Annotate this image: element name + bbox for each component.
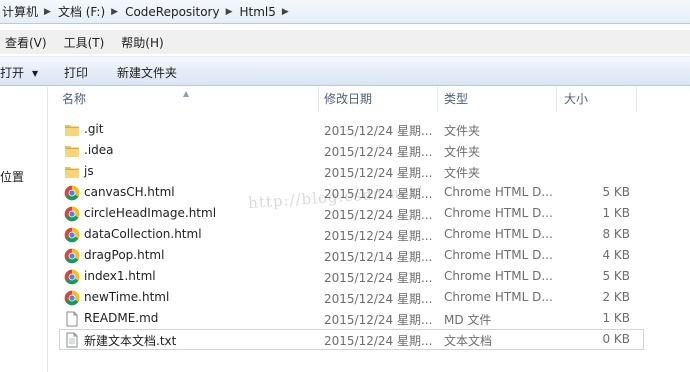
file-size: 8 KB xyxy=(602,227,630,241)
breadcrumb-label: 计算机 xyxy=(2,5,39,19)
breadcrumb-chevron-icon[interactable]: ▶ xyxy=(282,7,289,17)
file-type: MD 文件 xyxy=(444,313,492,327)
file-date: 2015/12/24 星期... xyxy=(324,292,433,306)
breadcrumb-chevron-icon[interactable]: ▶ xyxy=(44,7,51,17)
chrome-icon xyxy=(64,227,80,243)
address-bar[interactable]: 计算机 ▶ 文档 (F:) ▶ CodeRepository ▶ Html5 ▶ xyxy=(0,0,690,24)
file-name: README.md xyxy=(84,311,159,325)
menu-view[interactable]: 查看(V) xyxy=(5,34,47,51)
text-file-icon xyxy=(64,332,80,348)
file-type: Chrome HTML D... xyxy=(444,185,553,199)
file-type: Chrome HTML D... xyxy=(444,248,553,262)
folder-icon xyxy=(64,122,80,138)
file-row[interactable]: index1.html 2015/12/24 星期... Chrome HTML D… xyxy=(49,266,690,287)
open-label: 打开 xyxy=(0,66,25,80)
file-row[interactable]: dragPop.html 2015/12/14 星期... Chrome HTML … xyxy=(49,245,690,266)
file-date: 2015/12/24 星期... xyxy=(324,229,433,243)
file-size: 4 KB xyxy=(602,248,630,262)
breadcrumb-chevron-icon[interactable]: ▶ xyxy=(226,7,233,17)
chrome-icon xyxy=(64,185,80,201)
file-list: .git 2015/12/24 星期... 文件夹 .idea 2015/12/24 星… xyxy=(49,119,690,350)
breadcrumb-label: Html5 xyxy=(239,4,276,19)
file-name: canvasCH.html xyxy=(84,185,175,199)
file-row[interactable]: js 2015/12/24 星期... 文件夹 xyxy=(49,161,690,182)
column-header-date[interactable]: 修改日期 xyxy=(319,87,438,112)
dropdown-arrow-icon: ▼ xyxy=(32,69,39,78)
file-row[interactable]: 新建文本文档.txt 2015/12/24 星期... 文本文档 0 KB xyxy=(59,329,644,350)
file-name: 新建文本文档.txt xyxy=(84,334,177,348)
column-headers: ▲ 名称 修改日期 类型 大小 xyxy=(49,87,690,112)
chrome-icon xyxy=(64,248,80,264)
file-date: 2015/12/24 星期... xyxy=(324,145,433,159)
file-row[interactable]: circleHeadImage.html 2015/12/24 星期... Chro… xyxy=(49,203,690,224)
file-date: 2015/12/24 星期... xyxy=(324,271,433,285)
file-size: 0 KB xyxy=(602,332,630,346)
breadcrumb-drive[interactable]: 文档 (F:) xyxy=(58,1,105,23)
file-date: 2015/12/14 星期... xyxy=(324,250,433,264)
chrome-icon xyxy=(64,269,80,285)
file-row[interactable]: dataCollection.html 2015/12/24 星期... Chrom… xyxy=(49,224,690,245)
breadcrumb-coderepository[interactable]: CodeRepository xyxy=(125,1,220,23)
breadcrumb-label: CodeRepository xyxy=(125,4,220,19)
file-date: 2015/12/24 星期... xyxy=(324,124,433,138)
document-icon xyxy=(64,311,80,327)
file-name: dragPop.html xyxy=(84,248,165,262)
breadcrumb-html5[interactable]: Html5 xyxy=(240,1,276,23)
file-name: newTime.html xyxy=(84,290,170,304)
file-row[interactable]: .git 2015/12/24 星期... 文件夹 xyxy=(49,119,690,140)
breadcrumb-label: 文档 (F:) xyxy=(57,5,106,19)
file-name: .git xyxy=(84,122,104,136)
file-name: dataCollection.html xyxy=(84,227,202,241)
file-name: js xyxy=(84,164,94,178)
file-name: index1.html xyxy=(84,269,156,283)
new-folder-button[interactable]: 新建文件夹 xyxy=(117,64,177,81)
chrome-icon xyxy=(64,206,80,222)
print-button[interactable]: 打印 xyxy=(64,64,88,81)
file-row[interactable]: README.md 2015/12/24 星期... MD 文件 1 KB xyxy=(49,308,690,329)
nav-item-location[interactable]: 位置 xyxy=(0,168,24,185)
column-name-label: 名称 xyxy=(62,92,87,106)
file-type: Chrome HTML D... xyxy=(444,227,553,241)
folder-icon xyxy=(64,164,80,180)
file-date: 2015/12/24 星期... xyxy=(324,208,433,222)
menu-tools[interactable]: 工具(T) xyxy=(64,34,105,51)
sort-ascending-icon: ▲ xyxy=(183,89,190,98)
file-name: circleHeadImage.html xyxy=(84,206,217,220)
file-date: 2015/12/24 星期... xyxy=(324,166,433,180)
file-row[interactable]: newTime.html 2015/12/24 星期... Chrome HTML … xyxy=(49,287,690,308)
file-type: 文件夹 xyxy=(444,166,481,180)
file-size: 1 KB xyxy=(602,206,630,220)
file-type: Chrome HTML D... xyxy=(444,269,553,283)
file-type: 文本文档 xyxy=(444,334,493,348)
open-button[interactable]: 打开 ▼ xyxy=(0,64,38,81)
breadcrumb-chevron-icon[interactable]: ▶ xyxy=(111,7,118,17)
menu-help[interactable]: 帮助(H) xyxy=(121,34,163,51)
file-size: 5 KB xyxy=(602,269,630,283)
file-name: .idea xyxy=(84,143,114,157)
file-size: 5 KB xyxy=(602,185,630,199)
chrome-icon xyxy=(64,290,80,306)
command-bar: 打开 ▼ 打印 新建文件夹 xyxy=(0,56,690,86)
navigation-pane: 位置 xyxy=(0,87,48,372)
file-type: Chrome HTML D... xyxy=(444,206,553,220)
column-header-type[interactable]: 类型 xyxy=(438,87,557,112)
file-type: Chrome HTML D... xyxy=(444,290,553,304)
file-size: 1 KB xyxy=(602,311,630,325)
folder-icon xyxy=(64,143,80,159)
column-header-size[interactable]: 大小 xyxy=(557,87,637,112)
file-date: 2015/12/24 星期... xyxy=(324,334,433,348)
file-row[interactable]: .idea 2015/12/24 星期... 文件夹 xyxy=(49,140,690,161)
breadcrumb-computer[interactable]: 计算机 xyxy=(2,1,38,23)
file-type: 文件夹 xyxy=(444,124,481,138)
menu-bar: 查看(V) 工具(T) 帮助(H) xyxy=(0,30,690,54)
file-type: 文件夹 xyxy=(444,145,481,159)
file-date: 2015/12/24 星期... xyxy=(324,313,433,327)
column-header-name[interactable]: ▲ 名称 xyxy=(49,87,319,112)
file-size: 2 KB xyxy=(602,290,630,304)
